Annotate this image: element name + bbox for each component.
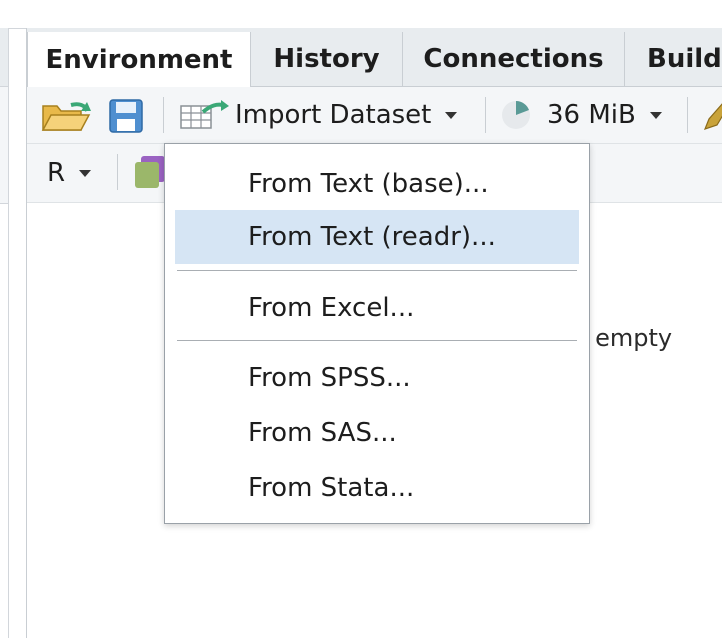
toolbar-separator [163, 97, 164, 133]
language-label: R [47, 158, 66, 188]
menu-item-from-spss[interactable]: From SPSS... [175, 351, 579, 405]
menu-item-label: From Excel... [248, 293, 415, 323]
folder-open-icon[interactable] [41, 99, 93, 133]
chevron-down-icon [649, 111, 662, 119]
menu-divider [177, 340, 577, 341]
tab-history[interactable]: History [251, 32, 403, 86]
toolbar-separator [485, 97, 486, 133]
broom-icon[interactable] [703, 101, 722, 131]
menu-item-label: From SPSS... [248, 363, 411, 393]
import-dataset-button[interactable]: Import Dataset [179, 97, 458, 133]
memory-pie-icon [502, 101, 530, 129]
menu-item-label: From SAS... [248, 418, 397, 448]
left-pane-tabbar [0, 28, 8, 87]
menu-item-from-sas[interactable]: From SAS... [175, 406, 579, 460]
left-pane-toolbar [0, 87, 8, 204]
menu-item-from-stata[interactable]: From Stata... [175, 461, 579, 515]
memory-usage-label: 36 MiB [547, 100, 636, 130]
import-dataset-label: Import Dataset [235, 100, 432, 130]
left-pane-edge [0, 0, 9, 638]
menu-divider [177, 270, 577, 271]
environment-toolbar: Import Dataset 36 MiB [27, 87, 722, 144]
tab-environment-label: Environment [45, 44, 233, 75]
tab-connections[interactable]: Connections [403, 32, 625, 86]
toolbar-separator [687, 97, 688, 133]
table-import-icon [180, 100, 229, 129]
tab-connections-label: Connections [423, 44, 604, 74]
import-dataset-menu: From Text (base)... From Text (readr)...… [164, 143, 590, 524]
menu-item-label: From Text (readr)... [248, 222, 496, 252]
memory-usage-button[interactable]: 36 MiB [501, 97, 662, 133]
menu-item-from-excel[interactable]: From Excel... [175, 281, 579, 335]
top-gutter [8, 0, 722, 29]
pane-tab-bar: Environment History Connections Build [27, 28, 722, 87]
language-select[interactable]: R [47, 156, 92, 190]
chevron-down-icon [79, 169, 92, 177]
tab-build[interactable]: Build [625, 32, 722, 86]
menu-item-label: From Stata... [248, 473, 415, 503]
menu-item-from-text-base[interactable]: From Text (base)... [175, 157, 579, 211]
tab-build-label: Build [647, 44, 722, 74]
toolbar-separator [117, 154, 118, 190]
chevron-down-icon [445, 111, 458, 119]
tab-history-label: History [273, 44, 380, 74]
floppy-save-icon[interactable] [109, 99, 143, 133]
menu-item-label: From Text (base)... [248, 169, 489, 199]
tab-environment[interactable]: Environment [27, 32, 251, 87]
environment-scope-icon[interactable] [135, 156, 165, 188]
menu-item-from-text-readr[interactable]: From Text (readr)... [175, 210, 579, 264]
